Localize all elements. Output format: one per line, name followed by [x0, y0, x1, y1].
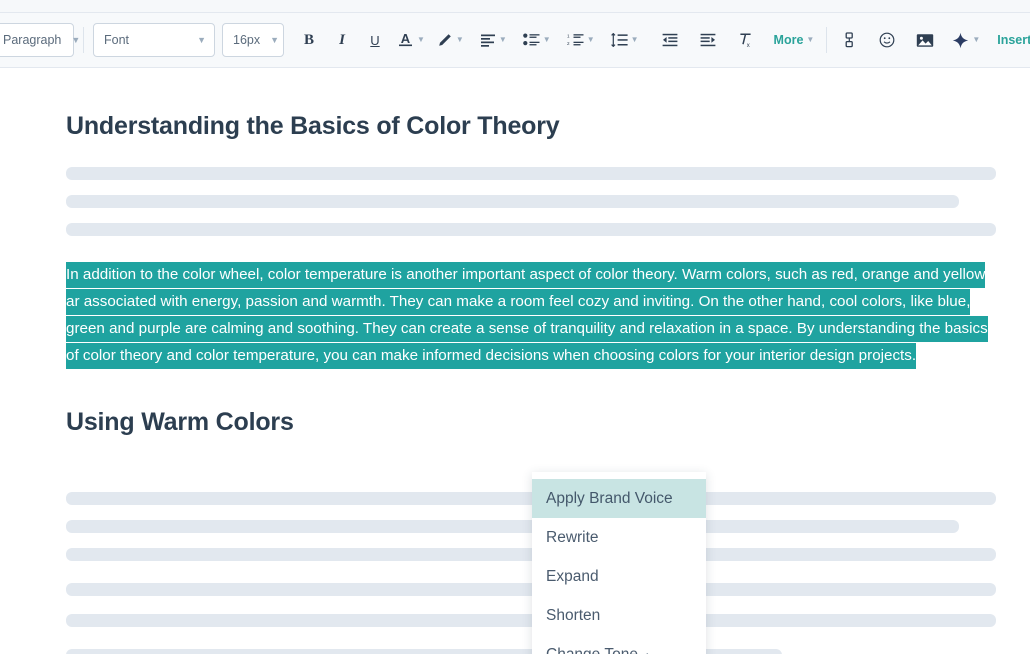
- toolbar-divider: [83, 27, 84, 53]
- align-button[interactable]: ▼: [478, 25, 509, 55]
- svg-text:A: A: [401, 31, 411, 46]
- skeleton-line: [66, 520, 959, 533]
- svg-text:1: 1: [567, 34, 570, 39]
- menu-item-label: Expand: [546, 568, 599, 586]
- page-heading-warm-colors: Using Warm Colors: [66, 408, 294, 437]
- bulleted-list-icon: [523, 33, 540, 47]
- menu-item-label: Change Tone: [546, 646, 638, 654]
- outdent-button[interactable]: [657, 25, 683, 55]
- text-color-button[interactable]: A ▼: [395, 25, 427, 55]
- paragraph-style-select[interactable]: Paragraph ▼: [0, 23, 74, 57]
- font-family-value: Font: [104, 33, 129, 47]
- personalization-token-button[interactable]: [836, 25, 862, 55]
- clear-formatting-icon: x: [738, 32, 754, 48]
- editor-toolbar: Paragraph ▼ Font ▼ 16px ▼ B I U A ▼ ▼: [0, 12, 1030, 68]
- chevron-down-icon: ▼: [71, 36, 80, 45]
- insert-label: Insert: [997, 33, 1030, 47]
- line-height-icon: [611, 33, 628, 47]
- window-top-strip: [0, 0, 1030, 12]
- skeleton-line: [66, 195, 959, 208]
- bulleted-list-button[interactable]: ▼: [521, 25, 553, 55]
- bold-icon: B: [304, 32, 314, 49]
- menu-item-expand[interactable]: Expand: [532, 557, 706, 596]
- skeleton-line: [66, 492, 996, 505]
- font-family-select[interactable]: Font ▼: [93, 23, 215, 57]
- highlight-color-button[interactable]: ▼: [434, 25, 466, 55]
- skeleton-line: [66, 548, 996, 561]
- chevron-down-icon: ▼: [197, 36, 206, 45]
- menu-item-rewrite[interactable]: Rewrite: [532, 518, 706, 557]
- indent-icon: [700, 33, 716, 47]
- ai-sparkle-icon: [952, 32, 969, 49]
- align-left-icon: [480, 33, 496, 47]
- numbered-list-button[interactable]: 1 2 ▼: [565, 25, 597, 55]
- line-height-button[interactable]: ▼: [609, 25, 641, 55]
- chevron-down-icon: ▼: [499, 36, 507, 44]
- more-button[interactable]: More ▼: [771, 25, 818, 55]
- outdent-icon: [662, 33, 678, 47]
- selected-paragraph-text: In addition to the color wheel, color te…: [66, 262, 988, 369]
- chevron-down-icon: ▼: [972, 36, 980, 44]
- more-label: More: [774, 33, 804, 47]
- italic-icon: I: [339, 32, 345, 49]
- page-heading-color-theory: Understanding the Basics of Color Theory: [66, 112, 559, 141]
- bold-button[interactable]: B: [296, 25, 322, 55]
- skeleton-line: [66, 583, 996, 596]
- selected-paragraph[interactable]: In addition to the color wheel, color te…: [66, 261, 1001, 369]
- skeleton-line: [66, 167, 996, 180]
- menu-item-label: Rewrite: [546, 529, 599, 547]
- text-color-icon: A: [397, 31, 414, 49]
- svg-text:2: 2: [567, 41, 570, 46]
- pen-icon: [436, 32, 453, 49]
- chevron-down-icon: ▼: [270, 36, 279, 45]
- menu-item-apply-brand-voice[interactable]: Apply Brand Voice: [532, 479, 706, 518]
- emoji-icon: [879, 32, 895, 48]
- numbered-list-icon: 1 2: [567, 33, 584, 47]
- paragraph-style-value: Paragraph: [3, 33, 61, 47]
- skeleton-line: [66, 614, 996, 627]
- chevron-down-icon: ▼: [543, 36, 551, 44]
- font-size-value: 16px: [233, 33, 260, 47]
- chevron-right-icon: ›: [646, 648, 650, 654]
- chevron-down-icon: ▼: [631, 36, 639, 44]
- chevron-down-icon: ▼: [417, 36, 425, 44]
- menu-item-label: Shorten: [546, 607, 600, 625]
- chevron-down-icon: ▼: [806, 36, 814, 44]
- image-icon: [916, 33, 934, 48]
- font-size-select[interactable]: 16px ▼: [222, 23, 284, 57]
- document-canvas[interactable]: Understanding the Basics of Color Theory…: [0, 68, 1030, 654]
- emoji-button[interactable]: [874, 25, 900, 55]
- insert-button[interactable]: Insert ▼: [994, 25, 1030, 55]
- personalization-token-icon: [843, 32, 856, 48]
- menu-item-shorten[interactable]: Shorten: [532, 596, 706, 635]
- ai-context-menu[interactable]: Apply Brand Voice Rewrite Expand Shorten…: [532, 472, 706, 654]
- menu-item-change-tone[interactable]: Change Tone ›: [532, 635, 706, 654]
- indent-button[interactable]: [695, 25, 721, 55]
- clear-formatting-button[interactable]: x: [733, 25, 759, 55]
- underline-button[interactable]: U: [362, 25, 388, 55]
- menu-item-label: Apply Brand Voice: [546, 490, 673, 508]
- ai-assistant-button[interactable]: ▼: [950, 25, 982, 55]
- chevron-down-icon: ▼: [456, 36, 464, 44]
- svg-text:x: x: [746, 43, 749, 48]
- chevron-down-icon: ▼: [587, 36, 595, 44]
- italic-button[interactable]: I: [329, 25, 355, 55]
- insert-image-button[interactable]: [912, 25, 938, 55]
- underline-icon: U: [370, 33, 379, 48]
- skeleton-line: [66, 223, 996, 236]
- toolbar-divider-2: [826, 27, 827, 53]
